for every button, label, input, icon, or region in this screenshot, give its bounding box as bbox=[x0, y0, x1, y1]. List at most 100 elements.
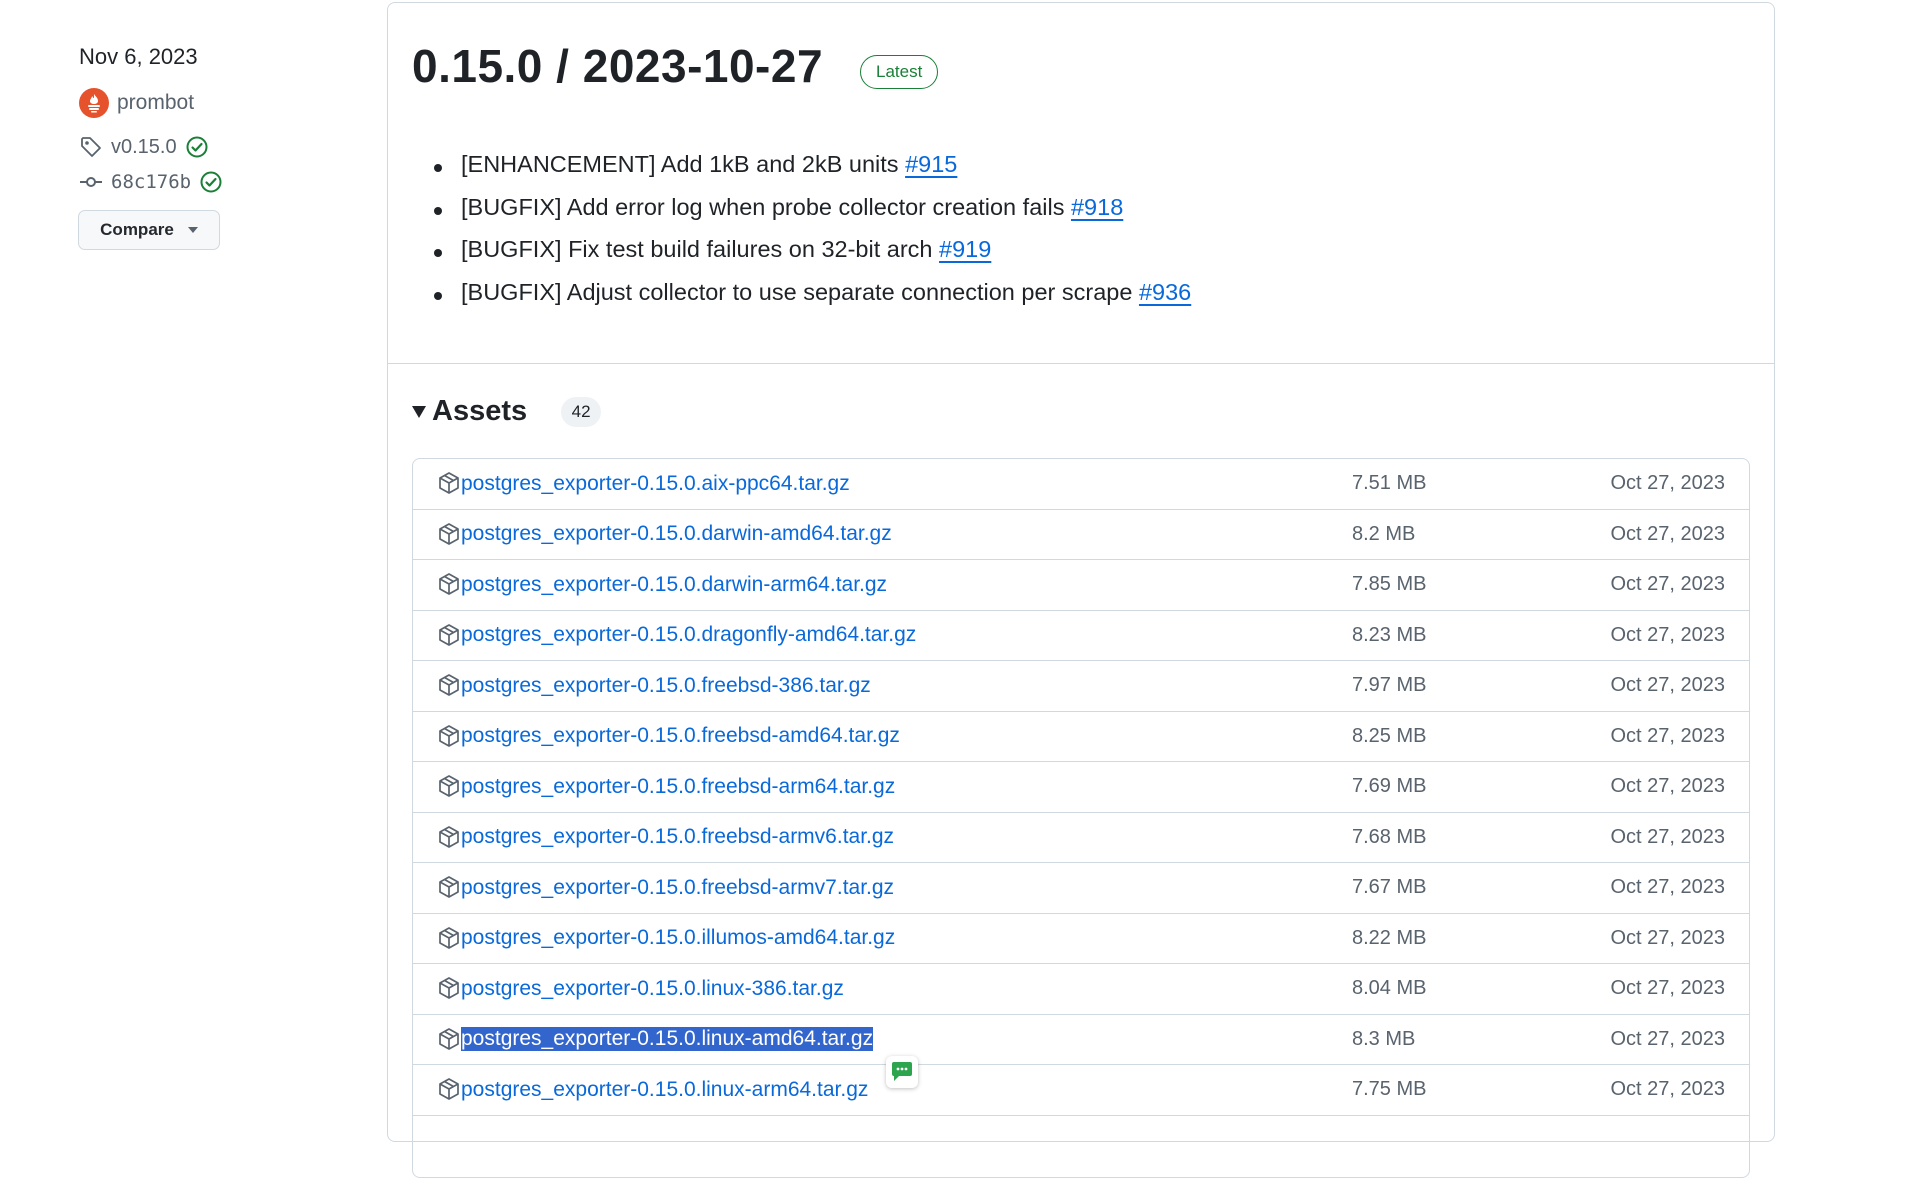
release-tag[interactable]: v0.15.0 bbox=[79, 135, 209, 159]
asset-download-link[interactable]: postgres_exporter-0.15.0.freebsd-arm64.t… bbox=[461, 775, 895, 799]
asset-date: Oct 27, 2023 bbox=[1610, 775, 1725, 798]
package-icon bbox=[439, 1027, 459, 1050]
author-name[interactable]: prombot bbox=[117, 91, 194, 115]
asset-list: postgres_exporter-0.15.0.aix-ppc64.tar.g… bbox=[412, 458, 1750, 1178]
release-author[interactable]: prombot bbox=[79, 88, 194, 118]
package-icon bbox=[439, 926, 459, 949]
asset-row: postgres_exporter-0.15.0.linux-amd64.tar… bbox=[413, 1015, 1749, 1065]
note-text: [BUGFIX] Fix test build failures on 32-b… bbox=[461, 236, 940, 262]
asset-size: 8.25 MB bbox=[1352, 724, 1427, 747]
package-icon bbox=[439, 623, 459, 646]
tag-icon bbox=[81, 137, 101, 157]
package-icon bbox=[439, 573, 459, 595]
package-icon bbox=[439, 876, 459, 898]
commit-sha[interactable]: 68c176b bbox=[111, 171, 191, 193]
comment-icon bbox=[892, 1062, 912, 1081]
asset-size: 7.67 MB bbox=[1352, 876, 1427, 899]
note-text: [ENHANCEMENT] Add 1kB and 2kB units bbox=[461, 151, 906, 177]
asset-date: Oct 27, 2023 bbox=[1610, 472, 1725, 495]
issue-link[interactable]: #918 bbox=[1071, 194, 1123, 220]
avatar[interactable] bbox=[79, 88, 109, 118]
asset-date: Oct 27, 2023 bbox=[1610, 674, 1725, 697]
asset-date: Oct 27, 2023 bbox=[1610, 1027, 1725, 1050]
asset-download-link[interactable]: postgres_exporter-0.15.0.freebsd-armv6.t… bbox=[461, 825, 894, 849]
git-commit-icon bbox=[80, 177, 102, 187]
package-icon bbox=[439, 825, 459, 848]
chat-bubble-icon[interactable] bbox=[886, 1056, 918, 1088]
asset-row: postgres_exporter-0.15.0.dragonfly-amd64… bbox=[413, 611, 1749, 661]
asset-size: 8.23 MB bbox=[1352, 623, 1427, 646]
release-title[interactable]: 0.15.0 / 2023-10-27 bbox=[412, 39, 823, 93]
latest-badge: Latest bbox=[860, 55, 939, 89]
prometheus-logo-icon bbox=[88, 94, 100, 113]
asset-row: postgres_exporter-0.15.0.freebsd-386.tar… bbox=[413, 661, 1749, 712]
asset-download-link[interactable]: postgres_exporter-0.15.0.freebsd-386.tar… bbox=[461, 674, 871, 698]
release-date: Nov 6, 2023 bbox=[79, 44, 198, 69]
asset-size: 7.85 MB bbox=[1352, 573, 1427, 596]
verified-check-icon[interactable] bbox=[199, 170, 223, 194]
asset-download-link[interactable]: postgres_exporter-0.15.0.darwin-amd64.ta… bbox=[461, 522, 892, 546]
issue-link[interactable]: #915 bbox=[905, 151, 957, 177]
asset-download-link[interactable]: postgres_exporter-0.15.0.linux-amd64.tar… bbox=[461, 1027, 874, 1052]
package-icon bbox=[439, 472, 459, 494]
assets-count-badge: 42 bbox=[561, 396, 602, 427]
package-icon bbox=[439, 977, 459, 999]
asset-download-link[interactable]: postgres_exporter-0.15.0.aix-ppc64.tar.g… bbox=[461, 472, 850, 496]
asset-row: postgres_exporter-0.15.0.linux-386.tar.g… bbox=[413, 964, 1749, 1015]
assets-heading[interactable]: Assets bbox=[432, 395, 527, 428]
asset-date: Oct 27, 2023 bbox=[1610, 977, 1725, 1000]
asset-size: 8.04 MB bbox=[1352, 977, 1427, 1000]
assets-toggle[interactable]: Assets 42 bbox=[412, 395, 602, 428]
note-text: [BUGFIX] Adjust collector to use separat… bbox=[461, 278, 1139, 305]
verified-check-icon[interactable] bbox=[185, 135, 209, 159]
asset-download-link[interactable]: postgres_exporter-0.15.0.darwin-arm64.ta… bbox=[461, 573, 887, 597]
asset-row: postgres_exporter-0.15.0.freebsd-amd64.t… bbox=[413, 712, 1749, 762]
asset-date: Oct 27, 2023 bbox=[1610, 825, 1725, 848]
asset-date: Oct 27, 2023 bbox=[1610, 573, 1725, 596]
asset-download-link[interactable]: postgres_exporter-0.15.0.freebsd-amd64.t… bbox=[461, 724, 900, 748]
asset-date: Oct 27, 2023 bbox=[1610, 522, 1725, 545]
asset-size: 7.68 MB bbox=[1352, 825, 1427, 848]
release-note-item: [BUGFIX] Adjust collector to use separat… bbox=[434, 279, 1191, 322]
chevron-down-icon bbox=[187, 227, 198, 233]
asset-date: Oct 27, 2023 bbox=[1610, 876, 1725, 899]
package-icon bbox=[439, 522, 459, 545]
asset-download-link[interactable]: postgres_exporter-0.15.0.linux-arm64.tar… bbox=[461, 1078, 868, 1102]
tag-label[interactable]: v0.15.0 bbox=[111, 136, 177, 159]
release-notes: [ENHANCEMENT] Add 1kB and 2kB units #915… bbox=[434, 151, 1191, 321]
asset-size: 8.2 MB bbox=[1352, 522, 1416, 545]
release-card: 0.15.0 / 2023-10-27 Latest [ENHANCEMENT]… bbox=[387, 2, 1775, 1178]
package-icon bbox=[439, 1078, 459, 1100]
compare-button[interactable]: Compare bbox=[78, 210, 220, 250]
asset-date: Oct 27, 2023 bbox=[1610, 724, 1725, 747]
note-text: [BUGFIX] Add error log when probe collec… bbox=[461, 193, 1071, 220]
asset-row: postgres_exporter-0.15.0.illumos-amd64.t… bbox=[413, 914, 1749, 964]
asset-download-link[interactable]: postgres_exporter-0.15.0.dragonfly-amd64… bbox=[461, 623, 916, 647]
asset-row: postgres_exporter-0.15.0.linux-arm64.tar… bbox=[413, 1065, 1749, 1116]
package-icon bbox=[439, 674, 459, 696]
asset-size: 7.97 MB bbox=[1352, 674, 1427, 697]
asset-size: 7.51 MB bbox=[1352, 472, 1427, 495]
asset-date: Oct 27, 2023 bbox=[1610, 926, 1725, 949]
asset-download-link[interactable]: postgres_exporter-0.15.0.linux-386.tar.g… bbox=[461, 977, 844, 1001]
asset-size: 8.3 MB bbox=[1352, 1027, 1416, 1050]
asset-row: postgres_exporter-0.15.0.freebsd-armv7.t… bbox=[413, 863, 1749, 914]
asset-row: postgres_exporter-0.15.0.aix-ppc64.tar.g… bbox=[413, 459, 1749, 510]
package-icon bbox=[439, 775, 459, 797]
issue-link[interactable]: #919 bbox=[939, 236, 991, 262]
asset-row: postgres_exporter-0.15.0.darwin-arm64.ta… bbox=[413, 560, 1749, 611]
release-note-item: [ENHANCEMENT] Add 1kB and 2kB units #915 bbox=[434, 151, 1191, 194]
package-icon bbox=[439, 724, 459, 747]
asset-row: postgres_exporter-0.15.0.freebsd-armv6.t… bbox=[413, 813, 1749, 863]
issue-link[interactable]: #936 bbox=[1139, 279, 1191, 305]
asset-size: 7.69 MB bbox=[1352, 775, 1427, 798]
triangle-down-icon[interactable] bbox=[412, 405, 426, 418]
asset-download-link[interactable]: postgres_exporter-0.15.0.freebsd-armv7.t… bbox=[461, 876, 894, 900]
release-commit[interactable]: 68c176b bbox=[79, 170, 223, 194]
asset-size: 8.22 MB bbox=[1352, 926, 1427, 949]
release-note-item: [BUGFIX] Fix test build failures on 32-b… bbox=[434, 236, 1191, 279]
asset-row: postgres_exporter-0.15.0.darwin-amd64.ta… bbox=[413, 510, 1749, 560]
asset-download-link[interactable]: postgres_exporter-0.15.0.illumos-amd64.t… bbox=[461, 926, 895, 950]
asset-date: Oct 27, 2023 bbox=[1610, 623, 1725, 646]
divider bbox=[388, 363, 1774, 364]
